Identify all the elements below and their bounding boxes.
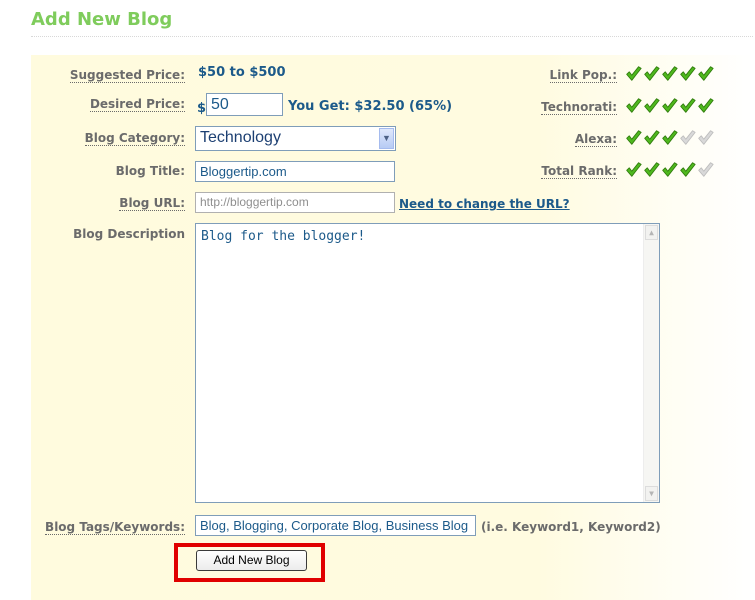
blog-description-label: Blog Description [73,227,185,241]
desired-price-label: Desired Price: [89,97,185,112]
check-icon [662,162,678,177]
link-pop-rating [625,65,714,83]
currency-symbol: $ [197,101,207,116]
add-blog-page: Add New Blog Suggested Price: $50 to $50… [0,0,755,600]
change-url-link[interactable]: Need to change the URL? [399,197,570,211]
link-pop-label: Link Pop.: [549,68,617,83]
scroll-up-icon[interactable]: ▲ [645,225,658,240]
description-scrollbar[interactable]: ▲ ▼ [643,224,659,502]
blog-url-label: Blog URL: [119,196,185,211]
check-icon [662,66,678,81]
page-title: Add New Blog [31,9,173,30]
check-icon [626,162,642,177]
check-icon [698,98,714,113]
check-icon [698,162,714,177]
alexa-label: Alexa: [574,132,617,147]
check-icon [644,162,660,177]
technorati-rating [625,97,714,115]
total-rank-rating [625,161,714,179]
check-icon [680,162,696,177]
check-icon [644,98,660,113]
suggested-price-label: Suggested Price: [69,68,185,83]
check-icon [680,130,696,145]
check-icon [626,98,642,113]
total-rank-label: Total Rank: [541,164,617,179]
check-icon [698,130,714,145]
scroll-down-icon[interactable]: ▼ [645,486,658,501]
check-icon [662,98,678,113]
blog-category-select[interactable]: Technology ▼ [195,126,396,151]
chevron-down-icon[interactable]: ▼ [379,128,394,149]
desired-price-input[interactable]: 50 [206,93,283,116]
blog-tags-input[interactable]: Blog, Blogging, Corporate Blog, Business… [195,515,476,536]
tags-format-hint: (i.e. Keyword1, Keyword2) [481,520,661,534]
check-icon [626,130,642,145]
alexa-rating [625,129,714,147]
check-icon [626,66,642,81]
add-new-blog-button[interactable]: Add New Blog [196,550,307,571]
blog-category-label: Blog Category: [84,131,185,146]
suggested-price-value: $50 to $500 [198,65,286,80]
blog-url-input: http://bloggertip.com [195,192,395,213]
check-icon [644,66,660,81]
blog-title-label: Blog Title: [115,164,185,178]
blog-title-input[interactable]: Bloggertip.com [195,161,395,182]
title-divider [31,36,753,37]
blog-tags-label: Blog Tags/Keywords: [45,520,185,535]
check-icon [680,98,696,113]
check-icon [680,66,696,81]
blog-description-textarea[interactable]: Blog for the blogger! ▲ ▼ [195,223,660,503]
check-icon [698,66,714,81]
check-icon [662,130,678,145]
you-get-amount: You Get: $32.50 (65%) [288,99,453,114]
blog-category-value: Technology [200,129,281,146]
blog-description-text: Blog for the blogger! [201,229,366,244]
check-icon [644,130,660,145]
technorati-label: Technorati: [541,100,617,115]
